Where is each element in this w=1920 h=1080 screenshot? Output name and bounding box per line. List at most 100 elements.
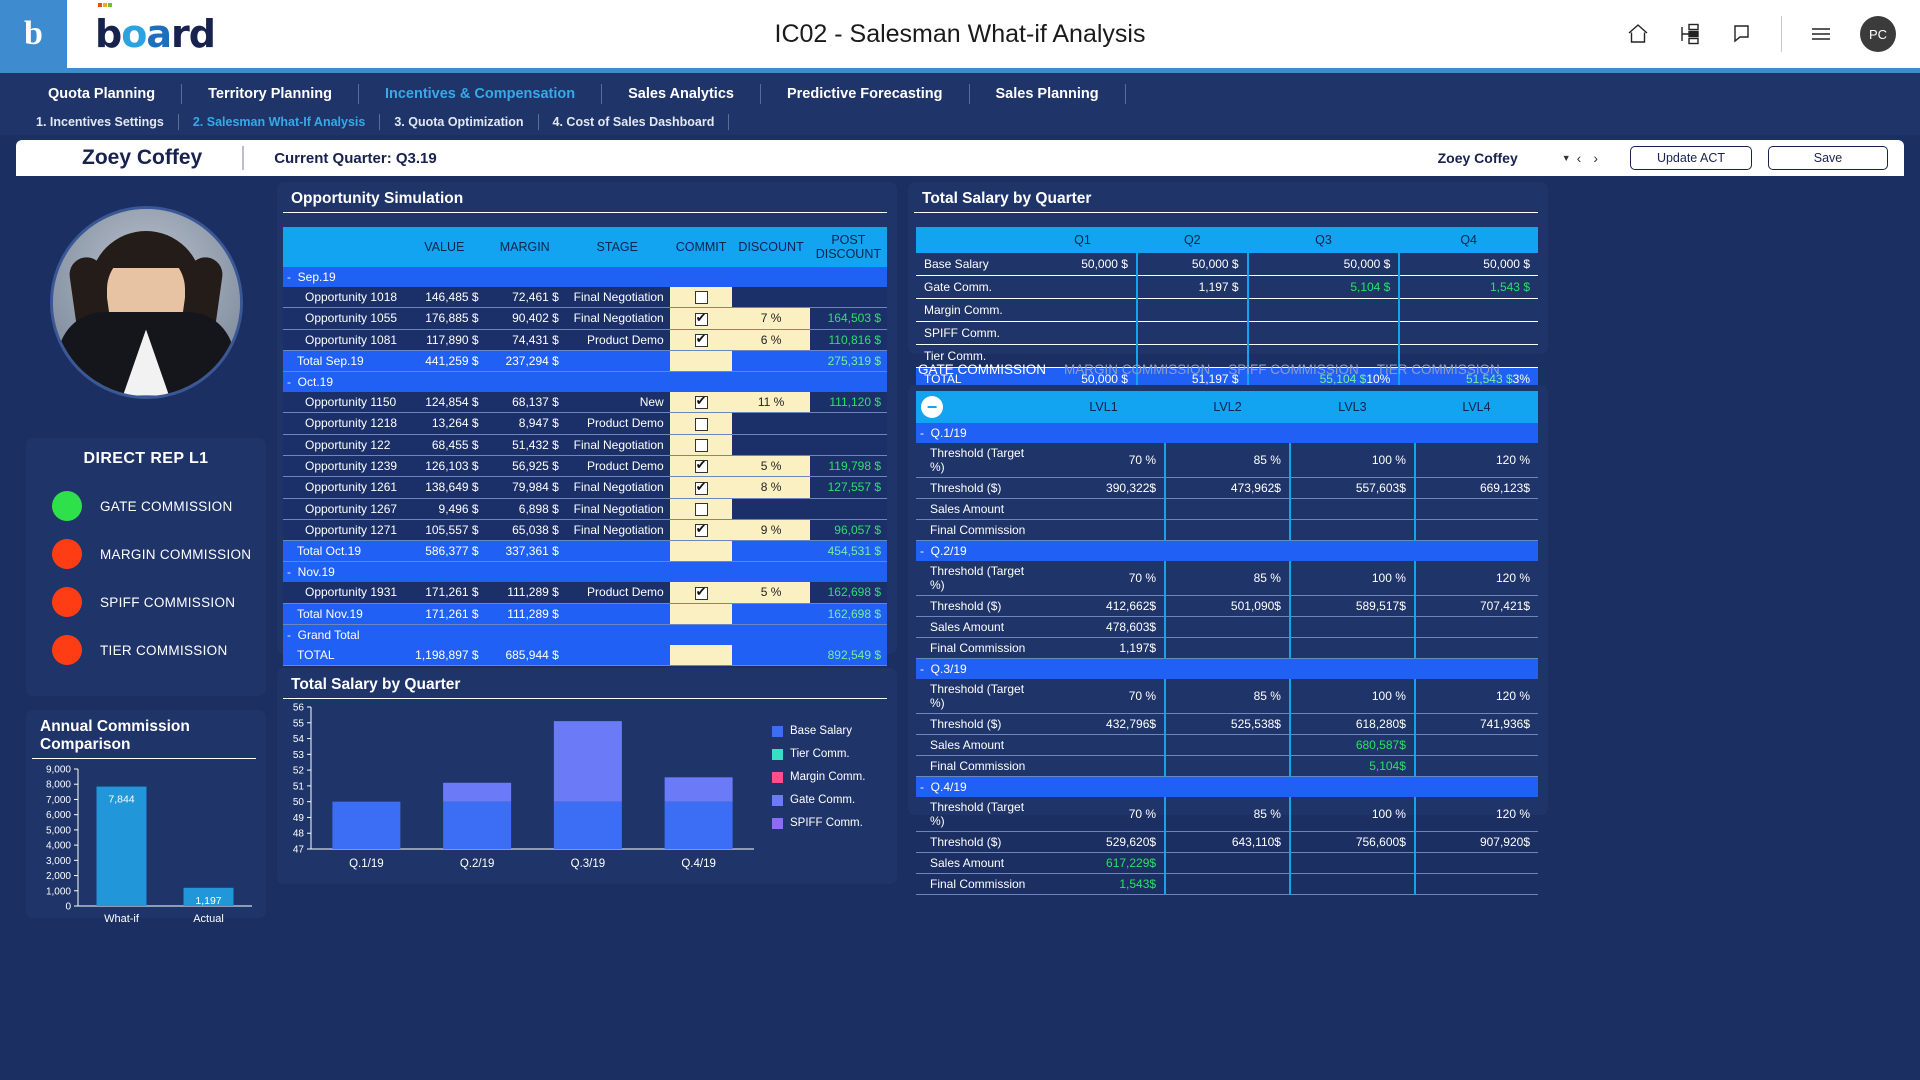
table-group-row[interactable]: - Q.4/19: [916, 776, 1538, 798]
chevron-down-icon[interactable]: ▼: [1562, 153, 1571, 163]
commit-cell[interactable]: [669, 498, 733, 520]
salesman-select-value[interactable]: Zoey Coffey: [1438, 150, 1518, 166]
commit-checkbox[interactable]: [694, 393, 708, 410]
commit-cell[interactable]: [669, 434, 733, 456]
discount-cell[interactable]: [732, 434, 810, 456]
discount-cell[interactable]: [732, 287, 810, 309]
rep-item-margin-commission[interactable]: MARGIN COMMISSION: [26, 530, 266, 578]
subnav-item-incentives-settings[interactable]: 1. Incentives Settings: [22, 115, 178, 129]
discount-cell[interactable]: 5 %: [732, 582, 810, 604]
value-cell: 138,649 $: [404, 476, 485, 499]
discount-cell[interactable]: 8 %: [732, 476, 810, 499]
commit-cell[interactable]: [669, 329, 733, 351]
threshold-cell: 70 %: [1042, 561, 1166, 596]
stage-cell: Product Demo: [564, 455, 670, 478]
commit-cell[interactable]: [669, 540, 733, 563]
value-cell: 146,485 $: [404, 287, 485, 309]
margin-cell: 685,944 $: [484, 644, 565, 666]
discount-cell[interactable]: 11 %: [732, 391, 810, 414]
discount-cell[interactable]: 5 %: [732, 455, 810, 478]
table-row: Sales Amount: [916, 498, 1538, 520]
salary-cell: [1246, 298, 1400, 322]
row-label: Threshold ($): [916, 713, 1042, 735]
commit-cell[interactable]: [669, 412, 733, 435]
collapse-all-icon[interactable]: −: [921, 396, 943, 418]
discount-cell[interactable]: 6 %: [732, 329, 810, 351]
commit-cell[interactable]: [669, 603, 733, 625]
commit-cell[interactable]: [669, 582, 733, 604]
nav-item-sales-planning[interactable]: Sales Planning: [970, 86, 1125, 102]
commit-checkbox[interactable]: [694, 331, 708, 347]
commit-cell[interactable]: [669, 350, 733, 372]
commit-cell[interactable]: [669, 476, 733, 499]
nav-item-incentives-compensation[interactable]: Incentives & Compensation: [359, 86, 601, 102]
group-label[interactable]: - Q.3/19: [916, 659, 1042, 680]
group-label[interactable]: - Grand Total: [283, 624, 404, 645]
prev-record-button[interactable]: ‹: [1571, 150, 1588, 166]
discount-cell[interactable]: [732, 498, 810, 520]
discount-cell[interactable]: [732, 603, 810, 625]
discount-cell[interactable]: [732, 412, 810, 435]
discount-cell[interactable]: [732, 644, 810, 666]
table-group-row[interactable]: - Q.3/19: [916, 658, 1538, 680]
group-label[interactable]: - Q.2/19: [916, 541, 1042, 562]
table-group-row[interactable]: - Q.1/19: [916, 423, 1538, 443]
avatar[interactable]: PC: [1860, 16, 1896, 52]
table-group-row[interactable]: - Q.2/19: [916, 540, 1538, 562]
nav-item-quota-planning[interactable]: Quota Planning: [22, 86, 181, 102]
commit-checkbox[interactable]: [694, 438, 708, 452]
commit-cell[interactable]: [669, 644, 733, 666]
update-act-button[interactable]: Update ACT: [1630, 146, 1752, 170]
layout-icon[interactable]: [1677, 21, 1703, 47]
table-row: Final Commission 1,197$: [916, 637, 1538, 659]
group-label[interactable]: - Q.4/19: [916, 777, 1042, 798]
hamburger-icon[interactable]: [1808, 21, 1834, 47]
comment-icon[interactable]: [1729, 21, 1755, 47]
commit-cell[interactable]: [669, 519, 733, 542]
group-label[interactable]: - Oct.19: [283, 371, 404, 392]
commit-cell[interactable]: [669, 287, 733, 309]
next-record-button[interactable]: ›: [1587, 150, 1604, 166]
salary-cell: 5,104 $: [1246, 275, 1400, 299]
group-label[interactable]: - Sep.19: [283, 267, 404, 287]
group-label[interactable]: - Nov.19: [283, 562, 404, 583]
group-label[interactable]: - Q.1/19: [916, 423, 1042, 443]
save-button[interactable]: Save: [1768, 146, 1888, 170]
home-icon[interactable]: [1625, 21, 1651, 47]
commit-checkbox[interactable]: [694, 502, 708, 516]
commit-checkbox[interactable]: [694, 584, 708, 600]
total-salary-chart: 47 48 49 50 51 52 53 54 55 56 Q.1/19 Q.2/19 Q.3/19 Q.…: [277, 699, 897, 879]
svg-text:5,000: 5,000: [46, 825, 71, 836]
commit-checkbox[interactable]: [694, 457, 708, 474]
nav-item-sales-analytics[interactable]: Sales Analytics: [602, 86, 760, 102]
tab-margin-commission[interactable]: MARGIN COMMISSION: [1064, 362, 1210, 377]
svg-text:3,000: 3,000: [46, 856, 71, 867]
discount-cell[interactable]: [732, 540, 810, 563]
nav-item-predictive-forecasting[interactable]: Predictive Forecasting: [761, 86, 969, 102]
post-discount-cell: 892,549 $: [809, 644, 887, 666]
tab-tier-commission[interactable]: TIER COMMISSION: [1377, 362, 1500, 377]
margin-cell: 237,294 $: [484, 350, 565, 372]
commit-cell[interactable]: [669, 391, 733, 414]
subnav-item-cost-of-sales-dashboard[interactable]: 4. Cost of Sales Dashboard: [539, 115, 729, 129]
tab-spiff-commission[interactable]: SPIFF COMMISSION: [1228, 362, 1359, 377]
rep-item-gate-commission[interactable]: GATE COMMISSION: [26, 482, 266, 530]
discount-cell[interactable]: 9 %: [732, 519, 810, 542]
commit-checkbox[interactable]: [694, 310, 708, 326]
commit-checkbox[interactable]: [694, 521, 708, 538]
table-row: Base Salary 50,000 $50,000 $50,000 $50,00…: [916, 253, 1538, 276]
discount-cell[interactable]: 7 %: [732, 307, 810, 330]
discount-cell[interactable]: [732, 350, 810, 372]
commit-checkbox[interactable]: [694, 291, 708, 305]
commit-cell[interactable]: [669, 307, 733, 330]
nav-item-territory-planning[interactable]: Territory Planning: [182, 86, 358, 102]
rep-item-spiff-commission[interactable]: SPIFF COMMISSION: [26, 578, 266, 626]
rep-item-tier-commission[interactable]: TIER COMMISSION: [26, 626, 266, 674]
commit-checkbox[interactable]: [694, 417, 708, 431]
commit-checkbox[interactable]: [694, 479, 708, 495]
subnav-item-salesman-what-if-analysis[interactable]: 2. Salesman What-If Analysis: [179, 115, 380, 129]
commit-cell[interactable]: [669, 455, 733, 478]
tab-gate-commission[interactable]: GATE COMMISSION: [918, 362, 1046, 377]
subnav-item-quota-optimization[interactable]: 3. Quota Optimization: [380, 115, 537, 129]
app-logo-tab[interactable]: b: [0, 0, 67, 68]
